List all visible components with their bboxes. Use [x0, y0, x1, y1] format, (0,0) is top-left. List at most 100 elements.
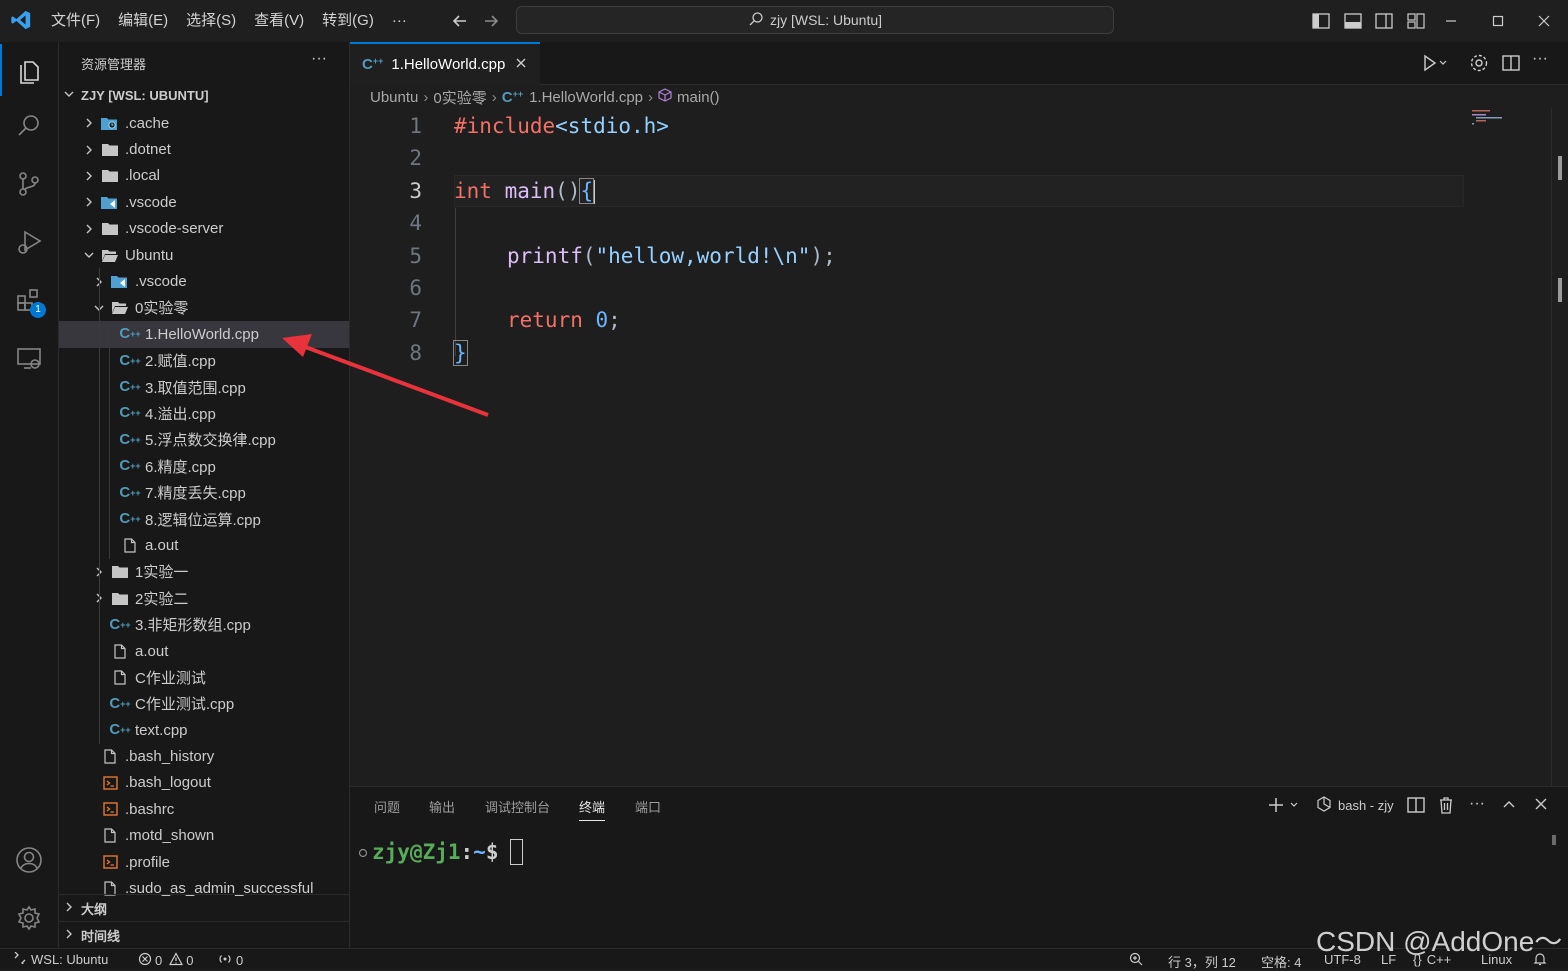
- tree-item[interactable]: C++ 7.精度丢失.cpp: [59, 479, 349, 505]
- line-number: 6: [409, 276, 422, 300]
- tree-item[interactable]: C++ C作业测试.cpp: [59, 691, 349, 717]
- minimap[interactable]: [1470, 108, 1550, 138]
- tree-item[interactable]: C++ text.cpp: [59, 717, 349, 743]
- problems-indicator[interactable]: 0 0: [138, 952, 193, 969]
- tree-item[interactable]: .vscode: [59, 268, 349, 294]
- timeline-section[interactable]: 时间线: [59, 921, 349, 948]
- back-arrow-icon[interactable]: [447, 8, 473, 34]
- tree-item[interactable]: Ubuntu: [59, 242, 349, 268]
- run-debug-icon[interactable]: [0, 216, 58, 268]
- tree-item[interactable]: a.out: [59, 638, 349, 664]
- cursor-position[interactable]: 行 3，列 12: [1168, 952, 1236, 971]
- tree-item[interactable]: C++ 1.HelloWorld.cpp: [59, 321, 349, 348]
- menu-edit[interactable]: 编辑(E): [109, 7, 177, 35]
- tree-item[interactable]: .vscode-server: [59, 216, 349, 242]
- indentation[interactable]: 空格: 4: [1261, 952, 1301, 971]
- tree-item[interactable]: .cache: [59, 110, 349, 136]
- tree-item[interactable]: 1实验一: [59, 559, 349, 585]
- tab-output[interactable]: 输出: [429, 797, 455, 816]
- tree-item[interactable]: C++ 6.精度.cpp: [59, 453, 349, 479]
- menu-view[interactable]: 查看(V): [245, 7, 313, 35]
- workspace-root[interactable]: ZJY [WSL: UBUNTU]: [63, 88, 209, 103]
- accounts-icon[interactable]: [0, 834, 58, 886]
- tree-item[interactable]: .motd_shown: [59, 823, 349, 849]
- toggle-secondary-sidebar-icon[interactable]: [1371, 8, 1397, 34]
- code-editor[interactable]: 1 #include<stdio.h> 2 3 int main(){ 4 5 …: [350, 110, 1545, 786]
- forward-arrow-icon[interactable]: [478, 8, 504, 34]
- tree-item[interactable]: 0实验零: [59, 295, 349, 321]
- source-control-icon[interactable]: [0, 158, 58, 210]
- tab-ports[interactable]: 端口: [635, 797, 661, 816]
- search-activity-icon[interactable]: [0, 100, 58, 152]
- tree-item[interactable]: .profile: [59, 849, 349, 875]
- terminal-scrollbar[interactable]: [1552, 835, 1556, 845]
- toggle-primary-sidebar-icon[interactable]: [1308, 8, 1334, 34]
- split-editor-icon[interactable]: [1500, 52, 1522, 77]
- chevron-right-icon[interactable]: [81, 115, 97, 131]
- chevron-down-icon[interactable]: [81, 247, 97, 263]
- tree-item[interactable]: 2实验二: [59, 585, 349, 611]
- tree-item[interactable]: .bashrc: [59, 796, 349, 822]
- tree-item[interactable]: C++ 3.取值范围.cpp: [59, 374, 349, 400]
- kill-terminal-icon[interactable]: [1437, 795, 1455, 818]
- chevron-right-icon[interactable]: [81, 194, 97, 210]
- terminal-name: bash - zjy: [1338, 798, 1394, 813]
- command-center-search[interactable]: zjy [WSL: Ubuntu]: [516, 6, 1114, 34]
- chevron-right-icon[interactable]: [81, 221, 97, 237]
- tree-item[interactable]: C++ 2.赋值.cpp: [59, 348, 349, 374]
- close-panel-icon[interactable]: [1533, 796, 1549, 815]
- tree-item[interactable]: C++ 3.非矩形数组.cpp: [59, 611, 349, 637]
- remote-explorer-icon[interactable]: [0, 332, 58, 384]
- outline-section[interactable]: 大纲: [59, 894, 349, 921]
- toggle-panel-icon[interactable]: [1340, 8, 1366, 34]
- explorer-icon[interactable]: [0, 44, 58, 96]
- terminal-output[interactable]: zjy@Zj1: ~ $: [372, 839, 524, 865]
- menu-file[interactable]: 文件(F): [42, 7, 109, 35]
- tree-item[interactable]: C++ 5.浮点数交换律.cpp: [59, 427, 349, 453]
- panel-more-icon[interactable]: ···: [1469, 795, 1485, 813]
- chevron-right-icon[interactable]: [81, 142, 97, 158]
- tree-item[interactable]: .bash_logout: [59, 770, 349, 796]
- zoom-icon[interactable]: [1129, 952, 1145, 969]
- tree-item[interactable]: .bash_history: [59, 743, 349, 769]
- tab-problems[interactable]: 问题: [374, 797, 400, 816]
- terminal-selector[interactable]: bash - zjy: [1316, 796, 1394, 815]
- breadcrumb-item[interactable]: 1.HelloWorld.cpp: [529, 89, 643, 106]
- tree-item[interactable]: .local: [59, 163, 349, 189]
- manage-gear-icon[interactable]: [0, 892, 58, 944]
- chevron-right-icon[interactable]: [81, 168, 97, 184]
- split-terminal-icon[interactable]: [1406, 796, 1426, 817]
- breadcrumb-item[interactable]: 0实验零: [433, 87, 486, 108]
- settings-gear-icon[interactable]: [1468, 52, 1490, 77]
- explorer-more-icon[interactable]: ···: [311, 50, 327, 68]
- editor-scrollbar[interactable]: [1551, 108, 1568, 788]
- menu-selection[interactable]: 选择(S): [177, 7, 245, 35]
- customize-layout-icon[interactable]: [1403, 8, 1429, 34]
- maximize-window-icon[interactable]: [1485, 8, 1511, 34]
- tree-item[interactable]: .dotnet: [59, 136, 349, 162]
- maximize-panel-icon[interactable]: [1501, 796, 1517, 815]
- menu-more[interactable]: ···: [383, 7, 416, 35]
- tree-item[interactable]: C作业测试: [59, 664, 349, 690]
- breadcrumb-item[interactable]: main(): [677, 89, 720, 106]
- editor-more-icon[interactable]: ···: [1532, 50, 1548, 68]
- tree-item[interactable]: C++ 8.逻辑位运算.cpp: [59, 506, 349, 532]
- tab-debug-console[interactable]: 调试控制台: [485, 797, 550, 816]
- tab-hello-world[interactable]: C++ 1.HelloWorld.cpp: [350, 42, 540, 85]
- tree-item[interactable]: a.out: [59, 532, 349, 558]
- menu-go[interactable]: 转到(G): [313, 7, 383, 35]
- run-file-icon[interactable]: [1418, 52, 1448, 77]
- new-terminal-icon[interactable]: [1266, 795, 1302, 818]
- tree-item[interactable]: .vscode: [59, 189, 349, 215]
- extensions-icon[interactable]: 1: [0, 274, 58, 326]
- tree-item[interactable]: C++ 4.溢出.cpp: [59, 400, 349, 426]
- close-tab-icon[interactable]: [515, 56, 527, 73]
- close-window-icon[interactable]: [1531, 8, 1557, 34]
- breadcrumb-item[interactable]: Ubuntu: [370, 89, 418, 106]
- tree-item-label: 4.溢出.cpp: [145, 405, 216, 423]
- scrollbar-thumb[interactable]: [1558, 278, 1562, 302]
- minimize-window-icon[interactable]: [1438, 8, 1464, 34]
- remote-indicator[interactable]: WSL: Ubuntu: [14, 951, 108, 967]
- tab-terminal[interactable]: 终端: [579, 797, 606, 821]
- ports-indicator[interactable]: 0: [218, 952, 243, 969]
